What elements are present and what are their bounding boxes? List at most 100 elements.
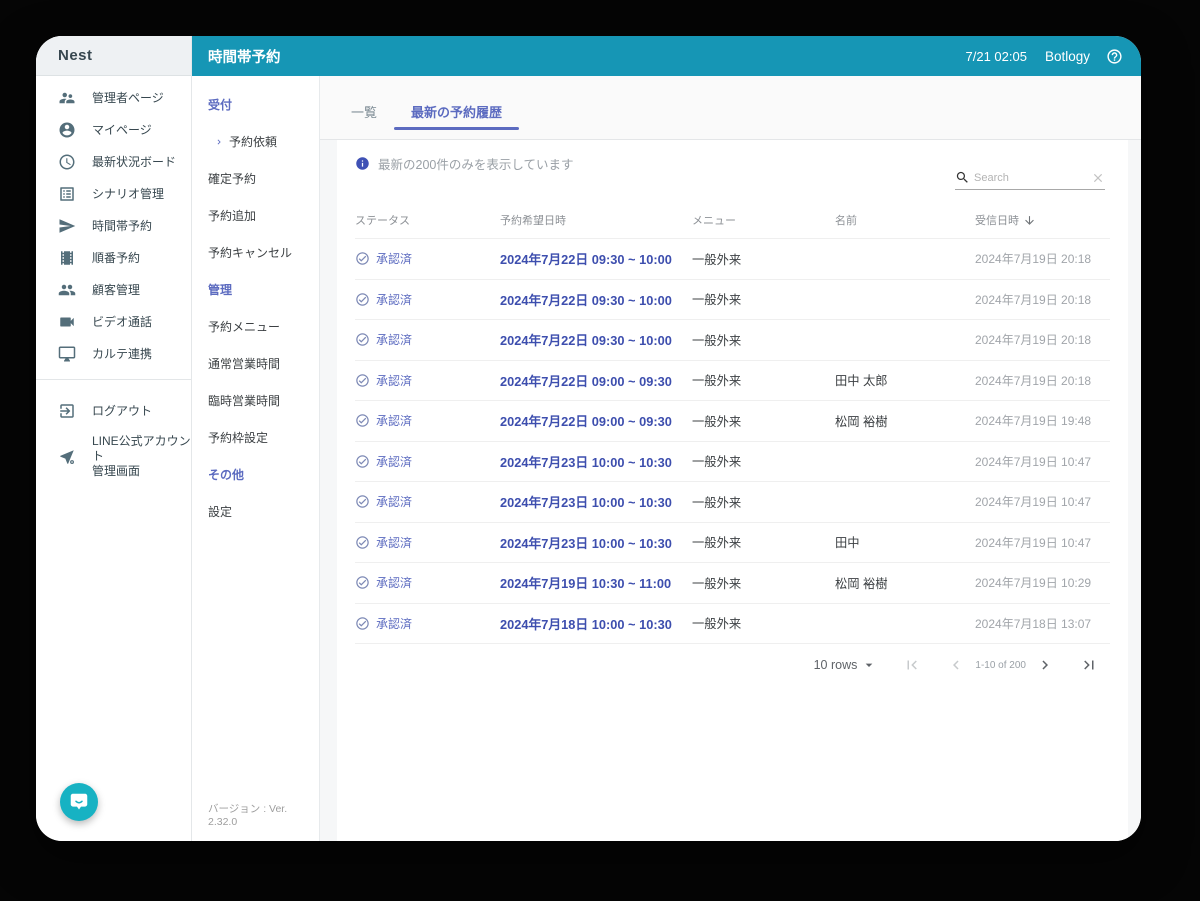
datetime-cell: 2024年7月22日 09:00 ~ 09:30 [500,373,672,389]
sort-desc-icon [1023,214,1036,227]
tab[interactable]: 最新の予約履歴 [394,92,520,130]
sidebar-item-list-alt[interactable]: シナリオ管理 [36,178,191,210]
name-cell: 松岡 裕樹 [835,414,888,429]
received-cell: 2024年7月19日 19:48 [975,414,1092,429]
check-circle-icon [355,454,370,469]
rows-per-page-label[interactable]: 10 rows [814,658,858,672]
sidebar-footer-nav: ログアウト LINE公式アカウント 管理画面 [36,389,191,486]
menu-cell: 一般外来 [692,617,742,632]
sidebar-item-desktop[interactable]: カルテ連携 [36,338,191,370]
status-cell: 承認済 [355,493,500,510]
topbar: 時間帯予約 7/21 02:05 Botlogy [192,36,1141,76]
column-header[interactable]: 名前 [835,212,975,228]
account-circle-icon [58,121,76,139]
check-circle-icon [355,251,370,266]
menu-cell: 一般外来 [692,495,742,510]
received-cell: 2024年7月19日 10:47 [975,535,1092,550]
help-icon[interactable] [1106,48,1123,65]
table-row[interactable]: 承認済 2024年7月22日 09:00 ~ 09:30 一般外来 松岡 裕樹 … [355,400,1110,441]
sidebar-item-logout[interactable]: ログアウト [36,395,191,427]
column-header[interactable]: ステータス [355,212,500,228]
info-icon [355,156,370,171]
sidebar-item-videocam[interactable]: ビデオ通話 [36,306,191,338]
submenu-item[interactable]: 予約メニュー [208,318,313,335]
table-row[interactable]: 承認済 2024年7月22日 09:30 ~ 10:00 一般外来 2024年7… [355,319,1110,360]
sidebar-item-clock[interactable]: 最新状況ボード [36,146,191,178]
topbar-datetime: 7/21 02:05 [965,48,1027,64]
datetime-cell: 2024年7月23日 10:00 ~ 10:30 [500,454,672,470]
submenu-item[interactable]: 通常営業時間 [208,355,313,372]
page-title: 時間帯予約 [208,49,281,66]
menu-cell: 一般外来 [692,293,742,308]
videocam-icon [58,313,76,331]
search-input[interactable] [970,171,1091,184]
status-cell: 承認済 [355,615,500,632]
menu-cell: 一般外来 [692,455,742,470]
sidebar-item-send[interactable]: 時間帯予約 [36,210,191,242]
submenu-item[interactable]: 確定予約 [208,170,313,187]
app-logo: Nest [36,36,191,76]
send-icon [58,217,76,235]
sidebar-item-people[interactable]: 顧客管理 [36,274,191,306]
people-icon [58,281,76,299]
last-page-button[interactable] [1080,656,1098,674]
caret-down-icon[interactable] [861,657,877,673]
desktop-icon [58,345,76,363]
notice-text: 最新の200件のみを表示しています [378,158,574,172]
content-card: 最新の200件のみを表示しています ステータス 予約希望日時 メニュ [337,140,1128,841]
chat-fab[interactable] [60,783,98,821]
table-row[interactable]: 承認済 2024年7月22日 09:30 ~ 10:00 一般外来 2024年7… [355,278,1110,320]
table-row[interactable]: 承認済 2024年7月22日 09:30 ~ 10:00 一般外来 2024年7… [355,238,1110,279]
sidebar-item-account-circle[interactable]: マイページ [36,114,191,146]
table-row[interactable]: 承認済 2024年7月23日 10:00 ~ 10:30 一般外来 2024年7… [355,481,1110,522]
table-row[interactable]: 承認済 2024年7月23日 10:00 ~ 10:30 一般外来 田中 202… [355,521,1110,563]
body-row: 受付 予約依頼 確定予約 予約追加 予約キャンセル 管理 予約メニュー 通常営業… [192,76,1141,841]
name-cell: 田中 太郎 [835,374,888,389]
card-header: 最新の200件のみを表示しています [337,140,1128,202]
status-cell: 承認済 [355,453,500,470]
table-header-row: ステータス 予約希望日時 メニュー 名前 受信日時 [355,202,1110,238]
submenu-item[interactable]: 予約キャンセル [208,244,313,261]
sidebar-item-line-admin[interactable]: LINE公式アカウント 管理画面 [36,427,191,486]
check-circle-icon [355,413,370,428]
first-page-button[interactable] [903,656,921,674]
name-cell: 松岡 裕樹 [835,576,888,591]
desktop-background: Nest 管理者ページ マイページ 最新状況ボード シナリオ管理 時間帯予約 順… [0,0,1200,901]
supervisor-icon [58,89,76,107]
status-cell: 承認済 [355,412,500,429]
sidebar-item-theaters[interactable]: 順番予約 [36,242,191,274]
column-header[interactable]: 予約希望日時 [500,212,692,228]
pagination: 10 rows 1-10 of 200 [337,644,1128,686]
check-circle-icon [355,616,370,631]
sidebar-item-supervisor[interactable]: 管理者ページ [36,82,191,114]
submenu-section-title: 受付 [208,98,233,112]
clear-icon[interactable] [1091,171,1105,185]
next-page-button[interactable] [1036,656,1054,674]
table-row[interactable]: 承認済 2024年7月23日 10:00 ~ 10:30 一般外来 2024年7… [355,440,1110,482]
table-row[interactable]: 承認済 2024年7月22日 09:00 ~ 09:30 一般外来 田中 太郎 … [355,359,1110,401]
datetime-cell: 2024年7月18日 10:00 ~ 10:30 [500,616,672,632]
chat-bubble-icon [68,791,90,813]
submenu-item[interactable]: 予約枠設定 [208,429,313,446]
line-admin-icon [58,448,76,466]
clock-icon [58,153,76,171]
menu-cell: 一般外来 [692,536,742,551]
name-cell: 田中 [835,536,860,551]
check-circle-icon [355,575,370,590]
submenu-item[interactable]: 設定 [208,503,313,520]
right-pane: 時間帯予約 7/21 02:05 Botlogy 受付 予約依頼 確定予約 予約… [192,36,1141,841]
check-circle-icon [355,332,370,347]
table-row[interactable]: 承認済 2024年7月19日 10:30 ~ 11:00 一般外来 松岡 裕樹 … [355,562,1110,603]
submenu-item[interactable]: 予約依頼 [208,133,313,150]
tab[interactable]: 一覧 [334,92,394,130]
submenu-item[interactable]: 臨時営業時間 [208,392,313,409]
search-icon [955,170,970,185]
column-header[interactable]: メニュー [692,212,835,228]
received-cell: 2024年7月18日 13:07 [975,616,1092,631]
prev-page-button[interactable] [947,656,965,674]
submenu-item[interactable]: 予約追加 [208,207,313,224]
column-header[interactable]: 受信日時 [975,212,1110,228]
check-circle-icon [355,373,370,388]
table-row[interactable]: 承認済 2024年7月18日 10:00 ~ 10:30 一般外来 2024年7… [355,602,1110,644]
check-circle-icon [355,535,370,550]
